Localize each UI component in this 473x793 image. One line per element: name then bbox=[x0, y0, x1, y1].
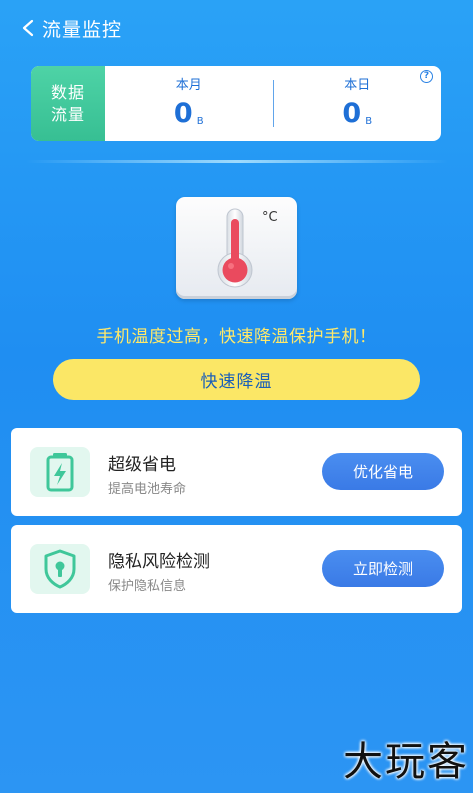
thermometer-icon bbox=[217, 208, 253, 288]
month-title: 本月 bbox=[175, 78, 202, 93]
feature-subtitle: 提高电池寿命 bbox=[108, 482, 187, 497]
month-usage: 本月 0B bbox=[105, 66, 273, 141]
data-usage-card: 数据 流量 本月 0B 本日 0B ? bbox=[31, 66, 441, 141]
day-value: 0 bbox=[342, 98, 362, 129]
data-label-line2: 流量 bbox=[50, 104, 85, 124]
shield-icon-wrap bbox=[30, 544, 90, 594]
day-usage: 本日 0B bbox=[274, 66, 442, 141]
celsius-label: °C bbox=[262, 210, 278, 225]
data-label-line1: 数据 bbox=[50, 82, 85, 102]
quick-cool-button[interactable]: 快速降温 bbox=[53, 359, 420, 400]
battery-icon bbox=[46, 453, 74, 492]
detect-now-button[interactable]: 立即检测 bbox=[322, 550, 444, 587]
temperature-warning: 手机温度过高，快速降温保护手机！ bbox=[96, 327, 377, 347]
help-icon[interactable]: ? bbox=[420, 70, 433, 83]
watermark: 大玩客 bbox=[343, 739, 469, 785]
feature-title: 隐私风险检测 bbox=[108, 552, 210, 572]
day-title: 本日 bbox=[344, 78, 371, 93]
month-value: 0 bbox=[173, 98, 193, 129]
page-title: 流量监控 bbox=[42, 19, 123, 41]
feature-subtitle: 保护隐私信息 bbox=[108, 579, 187, 594]
thermometer-panel: °C bbox=[176, 197, 297, 299]
battery-icon-wrap bbox=[30, 447, 90, 497]
month-unit: B bbox=[196, 116, 204, 127]
data-usage-label: 数据 流量 bbox=[31, 66, 105, 141]
day-unit: B bbox=[365, 116, 373, 127]
shield-lock-icon bbox=[44, 549, 76, 589]
optimize-power-button[interactable]: 优化省电 bbox=[322, 453, 444, 490]
feature-title: 超级省电 bbox=[108, 455, 176, 475]
divider-glow bbox=[26, 160, 448, 163]
top-bar: 流量监控 bbox=[0, 0, 473, 56]
back-button[interactable] bbox=[16, 16, 40, 40]
column-divider bbox=[272, 80, 274, 127]
power-saving-card: 超级省电 提高电池寿命 优化省电 bbox=[11, 428, 462, 516]
chevron-left-icon bbox=[22, 19, 34, 37]
privacy-check-card: 隐私风险检测 保护隐私信息 立即检测 bbox=[11, 525, 462, 613]
